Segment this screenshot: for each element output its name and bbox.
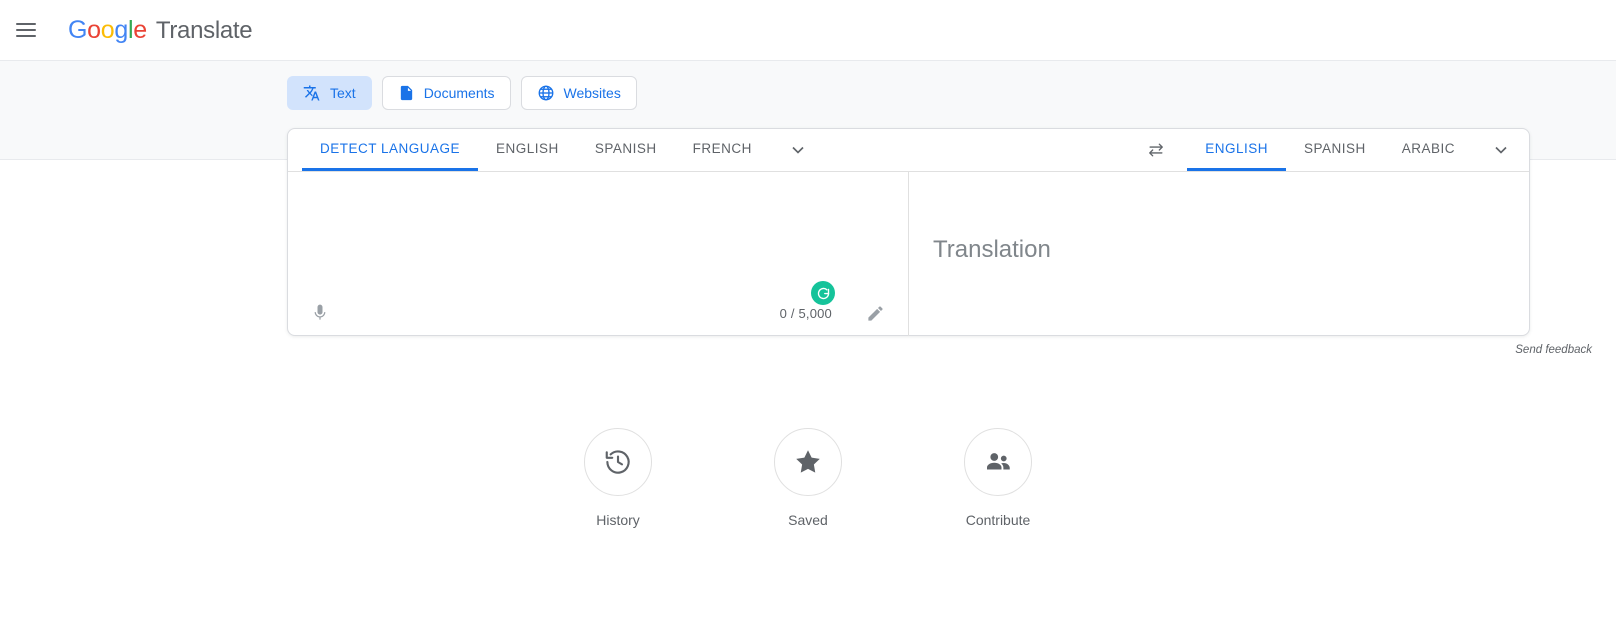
tab-documents[interactable]: Documents bbox=[381, 76, 511, 110]
target-tab-1-label: SPANISH bbox=[1303, 141, 1366, 156]
translation-placeholder: Translation bbox=[933, 236, 1051, 263]
quick-action-saved[interactable]: Saved bbox=[753, 428, 863, 528]
saved-button-circle bbox=[774, 428, 842, 496]
google-wordmark: Google bbox=[68, 16, 147, 45]
source-tab-english[interactable]: ENGLISH bbox=[478, 129, 577, 171]
target-pane[interactable]: Translation bbox=[909, 172, 1529, 336]
quick-action-history[interactable]: History bbox=[563, 428, 673, 528]
target-tab-arabic[interactable]: ARABIC bbox=[1384, 129, 1473, 171]
mode-tabs: Text Documents Websites bbox=[287, 76, 637, 110]
target-more-languages-button[interactable] bbox=[1473, 129, 1529, 171]
quick-action-contribute-label: Contribute bbox=[965, 512, 1031, 528]
source-tab-0-label: DETECT LANGUAGE bbox=[320, 141, 461, 156]
logo-letter-o2: o bbox=[100, 15, 115, 44]
logo-letter-G: G bbox=[68, 15, 88, 44]
chevron-down-icon bbox=[792, 146, 804, 154]
translate-panes: 0 / 5,000 Translation bbox=[288, 172, 1529, 336]
history-clock-icon bbox=[605, 450, 630, 474]
logo-letter-e: e bbox=[133, 15, 147, 44]
chevron-down-icon bbox=[1495, 146, 1507, 154]
people-icon bbox=[987, 453, 1010, 470]
source-language-tabs: DETECT LANGUAGE ENGLISH SPANISH FRENCH bbox=[288, 129, 826, 171]
character-counter: 0 / 5,000 bbox=[779, 305, 832, 321]
source-toolbar: 0 / 5,000 bbox=[288, 290, 908, 336]
tab-text[interactable]: Text bbox=[287, 76, 372, 110]
source-pane: 0 / 5,000 bbox=[288, 172, 909, 336]
microphone-icon[interactable] bbox=[307, 300, 333, 326]
document-icon bbox=[398, 84, 415, 102]
translate-icon bbox=[303, 84, 321, 102]
brand-logo[interactable]: Google Translate bbox=[68, 16, 253, 45]
star-icon bbox=[796, 450, 820, 473]
source-text-input[interactable] bbox=[288, 172, 908, 290]
quick-actions: History Saved Contribute bbox=[0, 428, 1616, 528]
source-tab-2-label: SPANISH bbox=[594, 141, 657, 156]
source-tab-detect-language[interactable]: DETECT LANGUAGE bbox=[302, 129, 479, 171]
translate-card: DETECT LANGUAGE ENGLISH SPANISH FRENCH E… bbox=[287, 128, 1530, 336]
send-feedback-link[interactable]: Send feedback bbox=[1515, 344, 1592, 356]
target-tab-2-label: ARABIC bbox=[1401, 141, 1455, 156]
target-tab-spanish[interactable]: SPANISH bbox=[1286, 129, 1384, 171]
history-button-circle bbox=[584, 428, 652, 496]
tab-websites[interactable]: Websites bbox=[520, 76, 637, 110]
source-more-languages-button[interactable] bbox=[770, 129, 826, 171]
language-bar-spacer bbox=[826, 129, 1125, 171]
quick-action-contribute[interactable]: Contribute bbox=[943, 428, 1053, 528]
tab-websites-label: Websites bbox=[563, 85, 621, 101]
globe-icon bbox=[537, 84, 555, 102]
tab-text-label: Text bbox=[330, 85, 356, 101]
contribute-button-circle bbox=[964, 428, 1032, 496]
swap-languages-icon bbox=[1149, 143, 1164, 157]
pencil-icon[interactable] bbox=[864, 302, 886, 324]
target-tab-english[interactable]: ENGLISH bbox=[1187, 129, 1286, 171]
swap-languages-button[interactable] bbox=[1125, 129, 1187, 171]
app-header: Google Translate bbox=[0, 0, 1616, 61]
source-tab-french[interactable]: FRENCH bbox=[675, 129, 770, 171]
hamburger-menu-icon[interactable] bbox=[16, 18, 40, 42]
quick-action-history-label: History bbox=[596, 512, 640, 528]
quick-action-saved-label: Saved bbox=[788, 512, 828, 528]
target-language-tabs: ENGLISH SPANISH ARABIC bbox=[1187, 129, 1529, 171]
logo-letter-o1: o bbox=[87, 15, 101, 44]
source-tab-3-label: FRENCH bbox=[692, 141, 752, 156]
logo-letter-g: g bbox=[114, 15, 128, 44]
language-bar: DETECT LANGUAGE ENGLISH SPANISH FRENCH E… bbox=[288, 129, 1529, 172]
target-tab-0-label: ENGLISH bbox=[1205, 141, 1268, 156]
source-tab-spanish[interactable]: SPANISH bbox=[577, 129, 675, 171]
source-tab-1-label: ENGLISH bbox=[496, 141, 559, 156]
tab-documents-label: Documents bbox=[423, 85, 495, 101]
product-name: Translate bbox=[155, 16, 253, 44]
